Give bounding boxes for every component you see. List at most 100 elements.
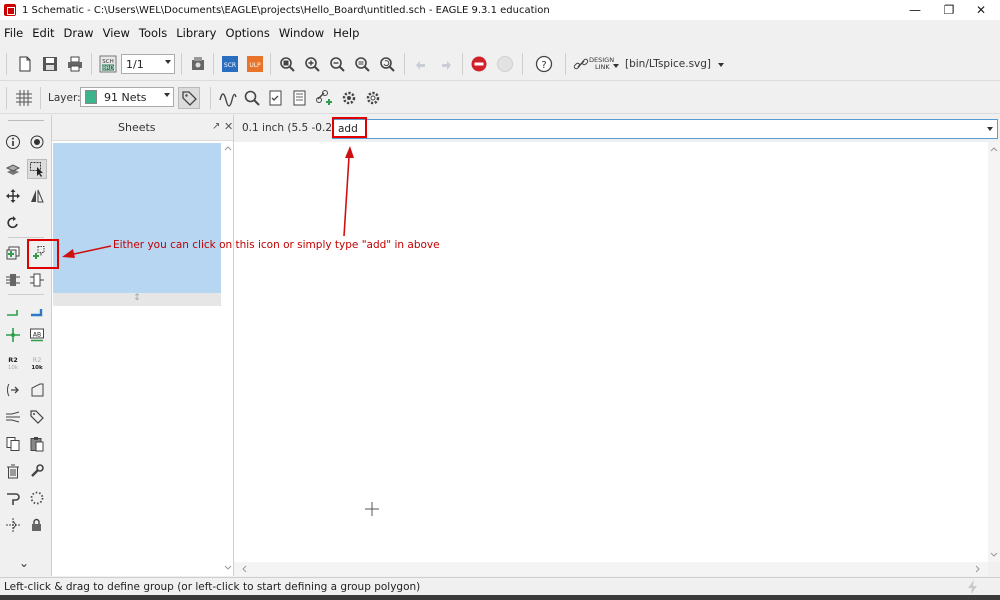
toolbar-separator (404, 53, 405, 75)
sch-brd-switch-button[interactable]: SCH BRD (97, 53, 119, 75)
value-tool[interactable]: R2 10k (27, 353, 47, 373)
attribute-button[interactable] (289, 87, 311, 109)
change-tool[interactable] (27, 461, 47, 481)
save-button[interactable] (39, 53, 61, 75)
net-label-tool[interactable]: AB (27, 325, 47, 345)
show-button[interactable] (241, 87, 263, 109)
smash-tool[interactable] (3, 515, 23, 535)
menu-view[interactable]: View (99, 26, 135, 40)
menu-library[interactable]: Library (172, 26, 221, 40)
print-button[interactable] (64, 53, 86, 75)
go-button[interactable] (494, 53, 516, 75)
go-icon (497, 56, 513, 72)
polygon-tool[interactable] (27, 488, 47, 508)
run-script-button[interactable]: SCR (219, 53, 241, 75)
settings-alt-button[interactable] (362, 87, 384, 109)
command-line-input[interactable]: add (332, 119, 998, 139)
bus-icon (31, 309, 43, 317)
close-window-button[interactable]: ✕ (962, 0, 1000, 20)
palette-divider (8, 120, 44, 121)
menu-help[interactable]: Help (329, 26, 364, 40)
new-file-button[interactable] (14, 53, 36, 75)
mirror-tool[interactable] (27, 186, 47, 206)
menu-options[interactable]: Options (221, 26, 274, 40)
toolbar-separator (213, 53, 214, 75)
menu-file[interactable]: File (0, 26, 28, 40)
split-tool[interactable] (3, 407, 23, 427)
menu-window[interactable]: Window (275, 26, 329, 40)
toolbar-separator (6, 53, 7, 75)
close-icon[interactable]: ✕ (224, 120, 233, 133)
chevron-down-icon[interactable] (987, 127, 993, 131)
gateway-tool[interactable] (3, 380, 23, 400)
move-tool[interactable] (3, 186, 23, 206)
menu-draw[interactable]: Draw (60, 26, 99, 40)
junction-tool[interactable] (3, 325, 23, 345)
copy-part-tool[interactable] (3, 243, 23, 263)
group-tool[interactable] (27, 159, 47, 179)
line-tool[interactable] (27, 380, 47, 400)
undock-icon[interactable]: ↗ (212, 121, 220, 132)
zoom-fit-button[interactable] (276, 53, 298, 75)
gear-icon (366, 91, 380, 105)
add-link-button[interactable] (313, 87, 335, 109)
zoom-out-button[interactable] (326, 53, 348, 75)
miter-tool[interactable] (3, 488, 23, 508)
lock-tool[interactable] (27, 515, 47, 535)
canvas-horizontal-scrollbar[interactable] (234, 562, 988, 576)
value-icon: R210k (31, 356, 43, 371)
gateswap-tool[interactable] (27, 270, 47, 290)
redo-icon (442, 61, 451, 70)
pinswap-tool[interactable] (3, 270, 23, 290)
delete-tool[interactable] (3, 461, 23, 481)
tag-icon (30, 410, 44, 424)
run-ulp-button[interactable]: ULP (244, 53, 266, 75)
show-tool[interactable] (27, 132, 47, 152)
erc-check-icon (269, 90, 282, 106)
grid-button[interactable] (13, 87, 35, 109)
cam-processor-button[interactable] (187, 53, 209, 75)
undo-button[interactable] (410, 53, 432, 75)
layer-label: Layer: (48, 92, 81, 104)
zoom-in-button[interactable] (301, 53, 323, 75)
layer-select[interactable]: 91 Nets (80, 87, 174, 107)
name-tool[interactable]: R2 10k (3, 353, 23, 373)
paste-tool[interactable] (27, 434, 47, 454)
sheet-select[interactable]: 1/1 (121, 54, 175, 74)
sheet-thumbnail[interactable] (53, 143, 221, 293)
attribute-tool[interactable] (27, 407, 47, 427)
minimize-button[interactable]: — (896, 0, 934, 20)
waveform-icon (219, 93, 237, 107)
menu-edit[interactable]: Edit (28, 26, 59, 40)
schematic-canvas[interactable] (234, 142, 988, 562)
menu-tools[interactable]: Tools (135, 26, 172, 40)
zoom-select-button[interactable] (351, 53, 373, 75)
sheets-scrollbar[interactable] (222, 143, 234, 573)
redo-button[interactable] (435, 53, 457, 75)
script-menu-button[interactable]: [bin/LTspice.svg] (625, 58, 725, 70)
sch-brd-icon: SCH BRD (99, 55, 117, 73)
add-tool-highlight (27, 239, 59, 269)
design-link-button[interactable]: DESIGN LINK (589, 57, 614, 71)
help-button[interactable]: ? (533, 53, 555, 75)
settings-button[interactable] (338, 87, 360, 109)
simulation-button[interactable] (217, 87, 239, 109)
layer-select-value: 91 Nets (104, 90, 147, 104)
info-tool[interactable] (3, 132, 23, 152)
erc-button[interactable] (265, 87, 287, 109)
net-tool[interactable] (3, 300, 23, 320)
resize-grip-icon[interactable]: ↕ (53, 293, 221, 306)
stop-button[interactable] (468, 53, 490, 75)
expand-toolbar-button[interactable]: ⌄ (19, 556, 29, 570)
scr-script-icon: SCR (222, 56, 238, 72)
canvas-vertical-scrollbar[interactable] (988, 142, 1000, 562)
redraw-button[interactable] (376, 53, 398, 75)
bus-tool[interactable] (27, 300, 47, 320)
layer-tag-button[interactable] (178, 87, 200, 109)
stop-icon (471, 56, 487, 72)
toolbar-separator (462, 53, 463, 75)
layer-settings-tool[interactable] (3, 159, 23, 179)
rotate-icon (7, 216, 18, 229)
rotate-tool[interactable] (3, 213, 23, 233)
copy-tool[interactable] (3, 434, 23, 454)
